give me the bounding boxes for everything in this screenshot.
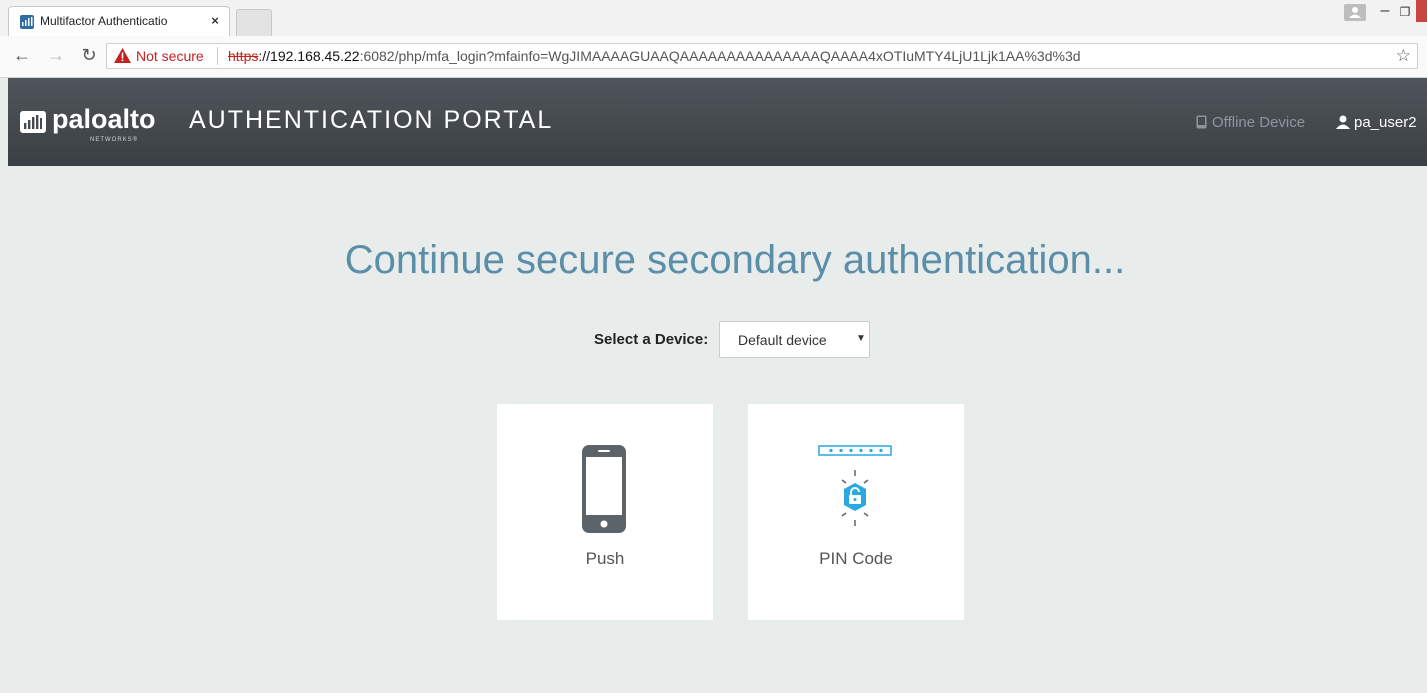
browser-toolbar: ← → ↻ Not secure https://192.168.45.22:6… — [0, 36, 1427, 78]
push-method-card[interactable]: Push — [497, 404, 713, 620]
window-close-button[interactable] — [1416, 0, 1427, 22]
tab-title: Multifactor Authenticatio — [40, 14, 168, 28]
pin-code-label: PIN Code — [819, 549, 893, 568]
paloalto-favicon-icon — [20, 15, 34, 29]
portal-title: AUTHENTICATION PORTAL — [189, 106, 554, 134]
push-label: Push — [585, 549, 625, 568]
offline-device-label: Offline Device — [1212, 114, 1306, 131]
url-path: :6082/php/mfa_login?mfainfo=WgJIMAAAAGUA… — [359, 48, 1081, 64]
caret-down-icon: ▼ — [856, 333, 866, 344]
user-menu[interactable]: pa_user2 — [1336, 114, 1417, 131]
new-tab-button[interactable] — [236, 9, 272, 36]
url-text[interactable]: https://192.168.45.22:6082/php/mfa_login… — [228, 48, 1081, 64]
logo-text: paloalto — [52, 104, 156, 134]
pin-code-method-card[interactable]: PIN Code — [748, 404, 964, 620]
phone-icon — [582, 445, 626, 533]
browser-tab[interactable]: Multifactor Authenticatio × — [8, 6, 230, 36]
page-heading: Continue secure secondary authentication… — [344, 238, 1126, 282]
device-select-label: Select a Device: — [594, 331, 709, 348]
paloalto-logo-icon — [20, 111, 46, 133]
profile-icon[interactable] — [1344, 4, 1366, 21]
back-arrow-icon[interactable]: ← — [12, 45, 32, 65]
url-host: ://192.168.45.22 — [258, 48, 360, 64]
user-icon — [1336, 115, 1350, 129]
omnibox-divider — [217, 47, 218, 65]
device-select[interactable]: Default device ▼ — [719, 321, 870, 358]
tab-close-icon[interactable]: × — [207, 13, 223, 29]
warning-icon — [114, 48, 131, 63]
address-bar[interactable]: Not secure https://192.168.45.22:6082/ph… — [106, 43, 1418, 69]
main-content: Continue secure secondary authentication… — [8, 166, 1427, 693]
logo-subtext: NETWORKS® — [90, 137, 139, 143]
device-select-value: Default device — [738, 332, 827, 348]
star-icon[interactable]: ☆ — [1396, 46, 1411, 66]
pin-lock-icon — [818, 445, 892, 526]
reload-icon[interactable]: ↻ — [79, 45, 99, 65]
mobile-device-icon — [1196, 115, 1207, 129]
forward-arrow-icon[interactable]: → — [46, 45, 66, 65]
not-secure-label[interactable]: Not secure — [136, 48, 204, 64]
url-scheme: https — [228, 48, 259, 64]
username-label: pa_user2 — [1354, 114, 1417, 131]
offline-device-link[interactable]: Offline Device — [1196, 114, 1305, 131]
portal-header: paloalto NETWORKS® AUTHENTICATION PORTAL… — [8, 78, 1427, 166]
browser-tab-bar: Multifactor Authenticatio × – ❐ — [0, 0, 1427, 36]
window-restore-button[interactable]: ❐ — [1396, 4, 1414, 21]
window-minimize-button[interactable]: – — [1376, 3, 1394, 21]
